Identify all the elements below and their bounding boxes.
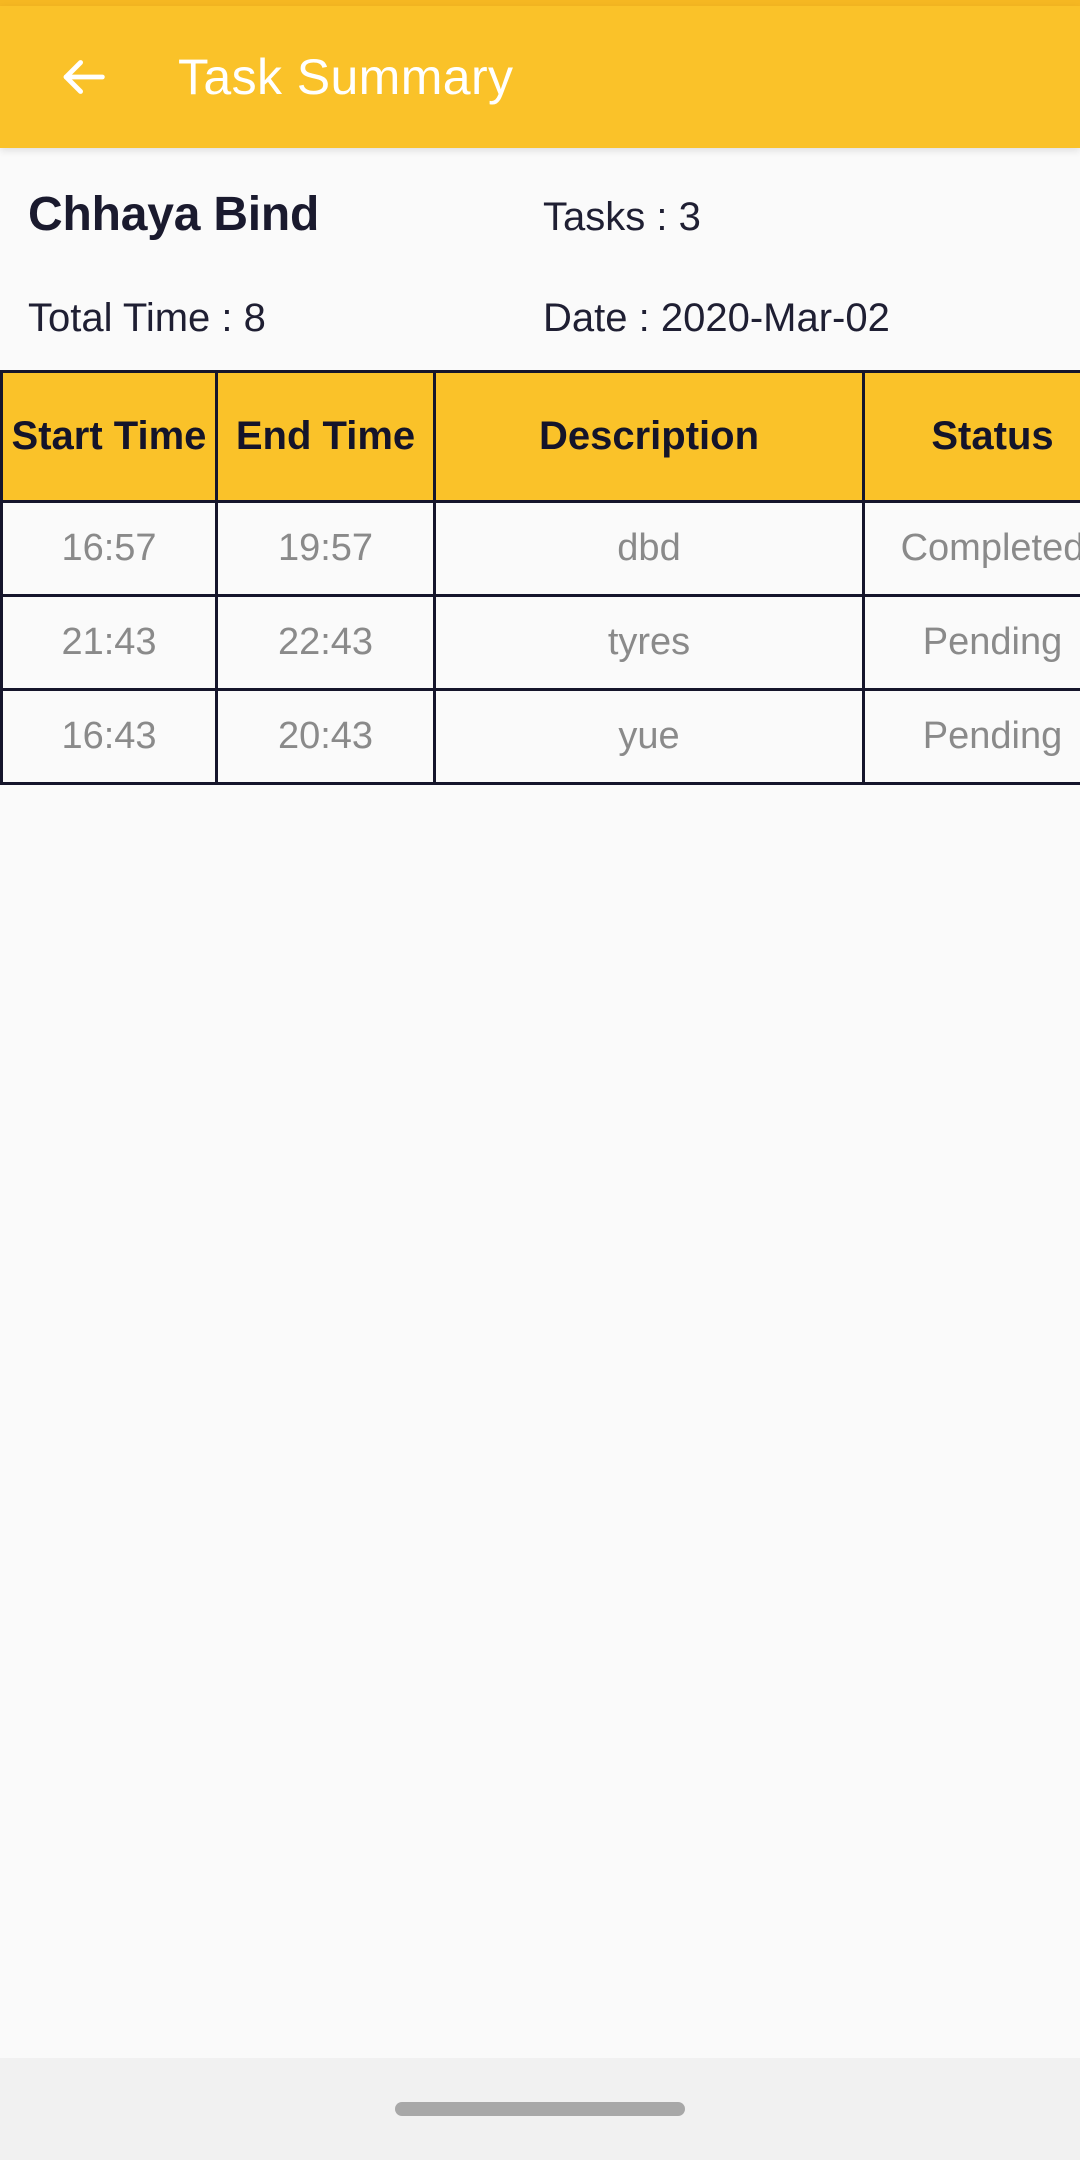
cell-status: Pending (862, 688, 1080, 786)
cell-description: tyres (433, 594, 865, 692)
cell-status: Completed (862, 500, 1080, 598)
table-row[interactable]: 21:43 22:43 tyres Pending (0, 594, 1080, 692)
home-gesture-pill[interactable] (395, 2102, 685, 2116)
app-bar: Task Summary (0, 6, 1080, 148)
tasks-count: Tasks : 3 (543, 195, 701, 239)
summary-row-secondary: Total Time : 8 Date : 2020-Mar-02 (0, 296, 1080, 340)
cell-start-time: 21:43 (0, 594, 218, 692)
system-navigation-bar (0, 2058, 1080, 2160)
table-header-row: Start Time End Time Description Status (0, 370, 1080, 504)
cell-end-time: 22:43 (215, 594, 436, 692)
task-table-header: Start Time End Time Description Status (0, 370, 1080, 504)
summary-row-primary: Chhaya Bind Tasks : 3 (0, 188, 1080, 241)
column-header-description: Description (433, 370, 865, 504)
back-button[interactable] (42, 36, 124, 118)
column-header-start-time: Start Time (0, 370, 218, 504)
total-time: Total Time : 8 (28, 296, 266, 341)
date-value: Date : 2020-Mar-02 (543, 296, 890, 341)
table-row[interactable]: 16:57 19:57 dbd Completed (0, 500, 1080, 598)
page-title: Task Summary (178, 49, 514, 105)
user-name: Chhaya Bind (28, 188, 320, 241)
cell-end-time: 20:43 (215, 688, 436, 786)
task-table: Start Time End Time Description Status 1… (0, 370, 1080, 786)
cell-end-time: 19:57 (215, 500, 436, 598)
column-header-status: Status (862, 370, 1080, 504)
cell-status: Pending (862, 594, 1080, 692)
arrow-left-icon (54, 48, 112, 106)
cell-description: yue (433, 688, 865, 786)
summary-info: Chhaya Bind Tasks : 3 Total Time : 8 Dat… (0, 148, 1080, 370)
task-table-body: 16:57 19:57 dbd Completed 21:43 22:43 ty… (0, 500, 1080, 786)
cell-start-time: 16:43 (0, 688, 218, 786)
task-table-scroll-container[interactable]: Start Time End Time Description Status 1… (0, 370, 1080, 786)
column-header-end-time: End Time (215, 370, 436, 504)
table-row[interactable]: 16:43 20:43 yue Pending (0, 688, 1080, 786)
cell-start-time: 16:57 (0, 500, 218, 598)
cell-description: dbd (433, 500, 865, 598)
